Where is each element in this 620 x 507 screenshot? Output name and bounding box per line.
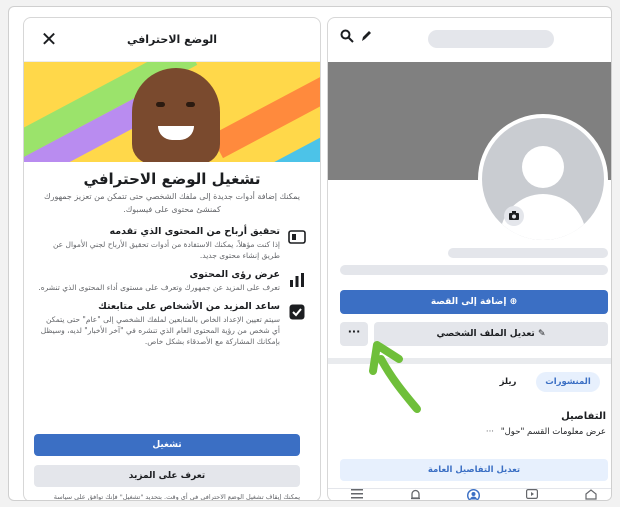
dollar-icon [288,230,306,244]
home-icon[interactable] [584,489,598,500]
annotation-arrow-icon [369,341,421,413]
details-about-label: عرض معلومات القسم "حول" [500,427,606,437]
add-to-story-button[interactable]: ⊕ إضافة إلى القصة [340,290,608,314]
banner-illustration [24,62,320,162]
screenshot-frame: الوضع الاحترافي ✕ تشغيل الوضع الاحترافي … [8,6,612,501]
profile-topbar [328,18,611,62]
search-icon[interactable] [340,29,354,47]
bottom-navbar [328,488,611,500]
tab-posts[interactable]: المنشورات [536,372,600,392]
profile-name-placeholder [448,248,608,258]
profile-info-placeholder [340,265,608,275]
feature-desc: إذا كنت مؤهلاً، يمكنك الاستفادة من أدوات… [52,240,280,260]
feature-title: ساعد المزيد من الأشخاص على متابعتك [98,301,280,312]
bell-icon[interactable] [409,489,423,500]
feature-title: تحقيق أرباح من المحتوى الذي تقدمه [109,226,281,237]
feature-followers: ساعد المزيد من الأشخاص على متابعتك سيتم … [24,301,320,347]
feature-desc: تعرف على المزيد عن جمهورك وتعرف على مستو… [38,283,280,292]
details-title: التفاصيل [561,411,606,422]
sheet-title: الوضع الاحترافي [126,33,218,46]
edit-public-details-button[interactable]: تعديل التفاصيل العامة [340,459,608,481]
details-about-item[interactable]: عرض معلومات القسم "حول" ··· [486,427,606,437]
close-icon[interactable]: ✕ [38,28,60,50]
tab-reels[interactable]: ريلز [488,372,528,392]
learn-more-button[interactable]: تعرف على المزيد [34,465,300,487]
feature-monetize: تحقيق أرباح من المحتوى الذي تقدمه إذا كن… [24,226,320,261]
menu-icon[interactable] [350,489,364,500]
avatar[interactable] [478,114,608,244]
sheet-subtitle: يمكنك إضافة أدوات جديدة إلى ملفك الشخصي … [44,192,300,214]
profile-icon[interactable] [467,489,481,500]
sheet-heading: تشغيل الوضع الاحترافي [83,170,261,188]
name-placeholder-bar [428,30,554,48]
sheet-footnote: يمكنك إيقاف تشغيل الوضع الاحترافي في أي … [53,493,300,501]
professional-mode-sheet: الوضع الاحترافي ✕ تشغيل الوضع الاحترافي … [23,17,321,501]
profile-screen: ⊕ إضافة إلى القصة ✎ تعديل الملف الشخصي ·… [327,17,611,500]
creator-photo [132,68,220,162]
chart-icon [290,273,304,287]
camera-icon[interactable] [504,206,524,226]
pencil-icon[interactable] [360,29,372,47]
more-dots-icon: ··· [485,427,495,437]
video-icon[interactable] [525,489,539,500]
sheet-header: الوضع الاحترافي ✕ [24,18,320,62]
feature-insights: عرض رؤى المحتوى تعرف على المزيد عن جمهور… [24,269,320,293]
checkbox-icon [289,304,305,320]
feature-desc: سيتم تعيين الإعداد الخاص بالمتابعين لملف… [40,315,280,346]
feature-title: عرض رؤى المحتوى [189,269,280,280]
turn-on-button[interactable]: تشغيل [34,434,300,456]
